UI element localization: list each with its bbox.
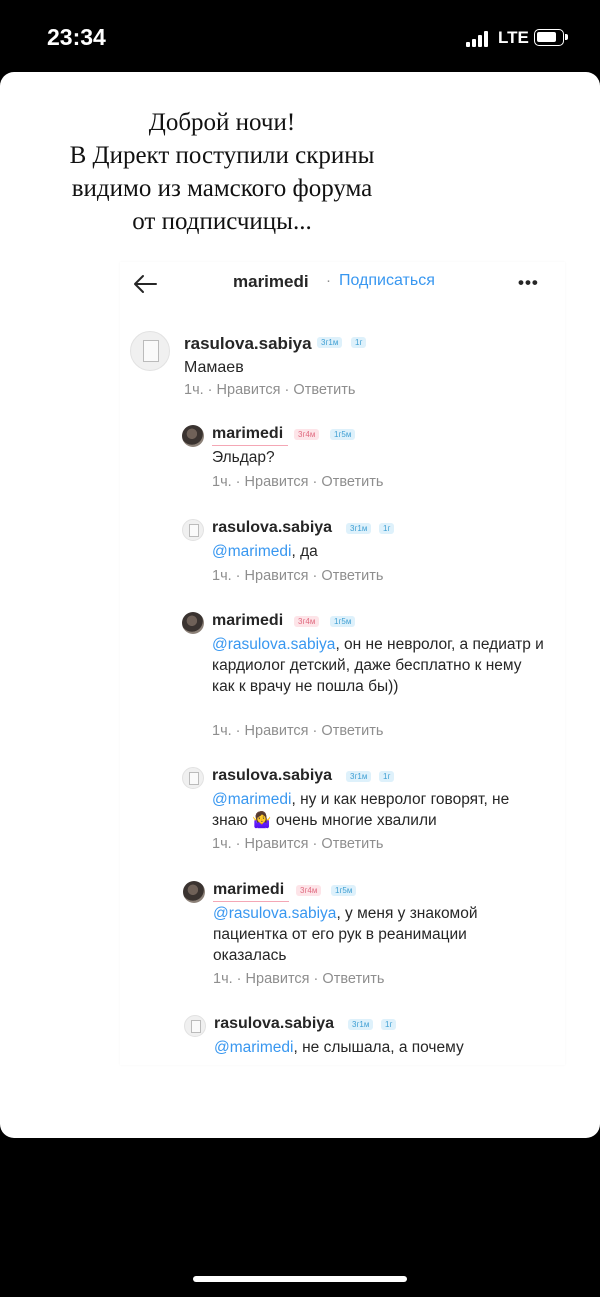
reply-button[interactable]: Ответить xyxy=(321,474,383,490)
comment-item: marimedi 3г4м 1г5м Эльдар? 1ч. · Нравитс… xyxy=(182,425,562,495)
comment-time: 1ч. xyxy=(184,382,204,398)
story-card[interactable]: Доброй ночи! В Директ поступили скрины в… xyxy=(0,72,600,1138)
header-username[interactable]: marimedi xyxy=(233,272,309,292)
account-age-badge: 3г4м xyxy=(294,616,320,627)
caption-line: В Директ поступили скрины xyxy=(69,142,375,169)
highlight-underline xyxy=(212,445,288,446)
comment-text: @marimedi, да xyxy=(212,541,552,562)
comment-text: @marimedi, не слышала, а почему xyxy=(214,1037,554,1058)
account-age-badge: 3г1м xyxy=(346,771,372,782)
comment-username[interactable]: marimedi xyxy=(212,612,283,630)
account-age-badge: 1г5м xyxy=(330,429,356,440)
account-age-badge: 1г5м xyxy=(330,616,356,627)
status-time: 23:34 xyxy=(47,24,106,50)
document-avatar[interactable] xyxy=(182,767,204,789)
comment-body: Мамаев xyxy=(184,359,244,376)
account-age-badge: 1г xyxy=(379,523,395,534)
reply-button[interactable]: Ответить xyxy=(322,971,384,987)
comment-time: 1ч. xyxy=(212,568,232,584)
comment-item: rasulova.sabiya 3г1м 1г @marimedi, да 1ч… xyxy=(182,519,562,589)
account-age-badge: 3г1м xyxy=(348,1019,374,1030)
like-button[interactable]: Нравится xyxy=(217,382,281,398)
battery-icon xyxy=(534,29,568,46)
signal-icon xyxy=(466,30,492,47)
comment-time: 1ч. xyxy=(212,723,232,739)
comment-time: 1ч. xyxy=(213,971,233,987)
account-age-badge: 3г4м xyxy=(294,429,320,440)
account-age-badge: 3г1м xyxy=(346,523,372,534)
comment-mention[interactable]: @rasulova.sabiya xyxy=(213,905,336,922)
like-button[interactable]: Нравится xyxy=(245,568,309,584)
comment-body: Эльдар? xyxy=(212,449,275,466)
like-button[interactable]: Нравится xyxy=(245,474,309,490)
status-bar: 23:34 LTE xyxy=(0,0,600,72)
comment-meta: 1ч. · Нравится · Ответить xyxy=(213,971,385,987)
account-age-badge: 1г xyxy=(351,337,367,348)
comment-meta: 1ч. · Нравится · Ответить xyxy=(212,723,384,739)
document-avatar[interactable] xyxy=(184,1015,206,1037)
reply-button[interactable]: Ответить xyxy=(321,836,383,852)
like-button[interactable]: Нравится xyxy=(245,723,309,739)
comment-meta: 1ч. · Нравится · Ответить xyxy=(184,382,356,398)
comment-username[interactable]: rasulova.sabiya xyxy=(212,767,332,785)
reply-button[interactable]: Ответить xyxy=(293,382,355,398)
comment-item: rasulova.sabiya 3г1м 1г @marimedi, ну и … xyxy=(182,767,562,862)
comment-mention[interactable]: @marimedi xyxy=(212,543,291,560)
photo-avatar[interactable] xyxy=(183,881,205,903)
home-indicator[interactable] xyxy=(193,1276,407,1282)
comment-body: , да xyxy=(291,543,318,560)
like-button[interactable]: Нравится xyxy=(245,836,309,852)
reply-button[interactable]: Ответить xyxy=(321,723,383,739)
caption-line: Доброй ночи! xyxy=(148,109,296,136)
comment-username[interactable]: rasulova.sabiya xyxy=(214,1015,334,1033)
story-caption: Доброй ночи! В Директ поступили скрины в… xyxy=(20,104,424,239)
follow-button[interactable]: Подписаться xyxy=(339,272,435,290)
comment-body: , не слышала, а почему xyxy=(293,1039,464,1056)
comment-mention[interactable]: @rasulova.sabiya xyxy=(212,636,335,653)
comment-text: @marimedi, ну и как невролог говорят, не… xyxy=(212,789,542,831)
caption-line: от подписчицы... xyxy=(132,208,312,235)
like-button[interactable]: Нравится xyxy=(246,971,310,987)
comment-username[interactable]: marimedi xyxy=(212,425,283,443)
comment-text: Мамаев xyxy=(184,357,554,378)
network-label: LTE xyxy=(498,28,529,47)
comment-meta: 1ч. · Нравится · Ответить xyxy=(212,568,384,584)
document-avatar[interactable] xyxy=(182,519,204,541)
account-age-badge: 1г xyxy=(379,771,395,782)
comment-username[interactable]: marimedi xyxy=(213,881,284,899)
comment-meta: 1ч. · Нравится · Ответить xyxy=(212,836,384,852)
comment-mention[interactable]: @marimedi xyxy=(214,1039,293,1056)
account-age-badge: 1г5м xyxy=(331,885,357,896)
comment-username[interactable]: rasulova.sabiya xyxy=(212,519,332,537)
comment-time: 1ч. xyxy=(212,474,232,490)
comment-time: 1ч. xyxy=(212,836,232,852)
comment-item: marimedi 3г4м 1г5м @rasulova.sabiya, он … xyxy=(182,612,562,747)
comment-meta: 1ч. · Нравится · Ответить xyxy=(212,474,384,490)
comments-header: marimedi · Подписаться ••• xyxy=(120,262,565,302)
header-separator: · xyxy=(326,272,331,289)
comment-mention[interactable]: @marimedi xyxy=(212,791,291,808)
comments-screenshot: marimedi · Подписаться ••• rasulova.sabi… xyxy=(120,262,565,1065)
reply-button[interactable]: Ответить xyxy=(321,568,383,584)
comment-text: @rasulova.sabiya, у меня у знакомой паци… xyxy=(213,903,533,966)
account-age-badge: 3г4м xyxy=(296,885,322,896)
photo-avatar[interactable] xyxy=(182,425,204,447)
arrow-left-icon[interactable] xyxy=(132,274,158,294)
comment-username[interactable]: rasulova.sabiya xyxy=(184,334,312,354)
comment-text: Эльдар? xyxy=(212,447,552,468)
account-age-badge: 1г xyxy=(381,1019,397,1030)
comment-item: rasulova.sabiya 3г1м 1г Мамаев 1ч. · Нра… xyxy=(130,331,560,411)
comment-item: rasulova.sabiya 3г1м 1г @marimedi, не сл… xyxy=(184,1015,564,1065)
photo-avatar[interactable] xyxy=(182,612,204,634)
more-dots-icon[interactable]: ••• xyxy=(518,273,539,293)
comment-text: @rasulova.sabiya, он не невролог, а педи… xyxy=(212,634,547,697)
comment-item: marimedi 3г4м 1г5м @rasulova.sabiya, у м… xyxy=(183,881,563,996)
document-avatar[interactable] xyxy=(130,331,170,371)
account-age-badge: 3г1м xyxy=(317,337,343,348)
highlight-underline xyxy=(213,901,289,902)
caption-line: видимо из мамского форума xyxy=(71,175,373,202)
